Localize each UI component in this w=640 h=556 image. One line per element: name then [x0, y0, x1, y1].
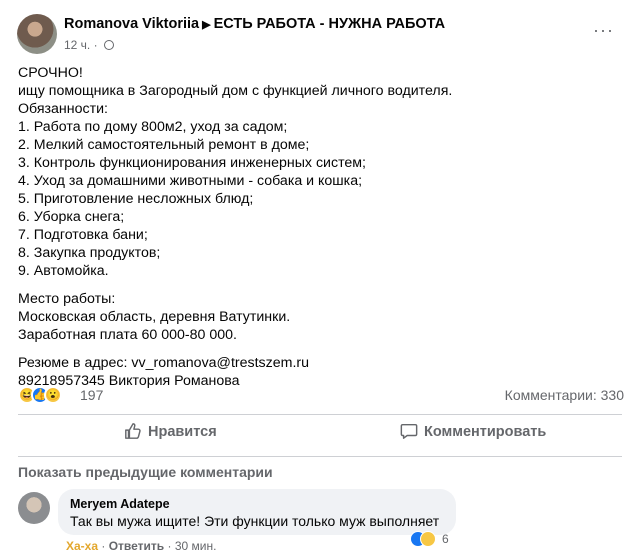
globe-icon — [103, 40, 114, 50]
reactions-count[interactable]: 197 — [80, 387, 103, 403]
post-line: 5. Приготовление несложных блюд; — [18, 191, 254, 207]
comment-bubble: Meryem Adatepe Так вы мужа ищите! Эти фу… — [58, 489, 456, 535]
group-arrow-icon: ▶ — [202, 19, 211, 31]
post-line: Московская область, деревня Ватутинки. — [18, 309, 291, 325]
comment-reaction-count: 6 — [442, 532, 449, 546]
post-line: 3. Контроль функционирования инженерных … — [18, 155, 366, 171]
group-name[interactable]: ЕСТЬ РАБОТА - НУЖНА РАБОТА — [214, 16, 446, 32]
post-line: 4. Уход за домашними животными - собака … — [18, 173, 363, 189]
author-avatar[interactable] — [17, 14, 57, 54]
comment-button[interactable]: Комментировать — [400, 422, 546, 448]
post-line: 8. Закупка продуктов; — [18, 245, 161, 261]
comment-text: Так вы мужа ищите! Эти функции только му… — [70, 513, 440, 529]
post-line: ищу помощника в Загородный дом с функцие… — [18, 83, 453, 99]
post-line: 7. Подготовка бани; — [18, 227, 148, 243]
post-line: СРОЧНО! — [18, 65, 83, 81]
comment-label: Комментировать — [424, 424, 547, 440]
wow-reaction-icon: 😮 — [44, 386, 62, 404]
more-icon[interactable]: ··· — [593, 20, 614, 41]
comment-actions: Ха-ха · Ответить · 30 мин. — [66, 539, 217, 553]
post-line: 2. Мелкий самостоятельный ремонт в доме; — [18, 137, 310, 153]
comment-icon — [400, 423, 418, 439]
post-header: Romanova Viktoriia ▶ ЕСТЬ РАБОТА - НУЖНА Р… — [64, 16, 445, 32]
author-name[interactable]: Romanova Viktoriia — [64, 16, 199, 32]
comment-time[interactable]: 30 мин. — [175, 539, 217, 553]
haha-reaction-icon — [420, 531, 436, 547]
facebook-post: Romanova Viktoriia ▶ ЕСТЬ РАБОТА - НУЖНА Р… — [0, 0, 640, 556]
thumbs-up-icon — [125, 423, 141, 439]
like-label: Нравится — [148, 424, 217, 440]
post-line: Заработная плата 60 000-80 000. — [18, 327, 237, 343]
divider — [18, 414, 622, 415]
post-meta: 12 ч. · — [64, 38, 114, 52]
commenter-avatar[interactable] — [18, 492, 50, 524]
post-line: Резюме в адрес: vv_romanova@trestszem.ru — [18, 355, 310, 371]
post-time[interactable]: 12 ч. — [64, 38, 90, 52]
post-line: 9. Автомойка. — [18, 263, 109, 279]
reply-button[interactable]: Ответить — [109, 539, 164, 553]
post-line: 1. Работа по дому 800м2, уход за садом; — [18, 119, 288, 135]
haha-reaction-button[interactable]: Ха-ха — [66, 539, 98, 553]
post-line: Место работы: — [18, 291, 116, 307]
post-body: СРОЧНО! ищу помощника в Загородный дом с… — [18, 64, 618, 390]
comments-count[interactable]: Комментарии: 330 — [505, 387, 624, 403]
post-line: Обязанности: — [18, 101, 108, 117]
post-line: 6. Уборка снега; — [18, 209, 125, 225]
divider — [18, 456, 622, 457]
comment-author[interactable]: Meryem Adatepe — [70, 496, 444, 512]
like-button[interactable]: Нравится — [124, 422, 217, 448]
show-previous-comments-link[interactable]: Показать предыдущие комментарии — [18, 464, 273, 480]
reactions-summary[interactable]: 😆 👍 😮 197 Комментарии: 330 — [18, 385, 624, 407]
